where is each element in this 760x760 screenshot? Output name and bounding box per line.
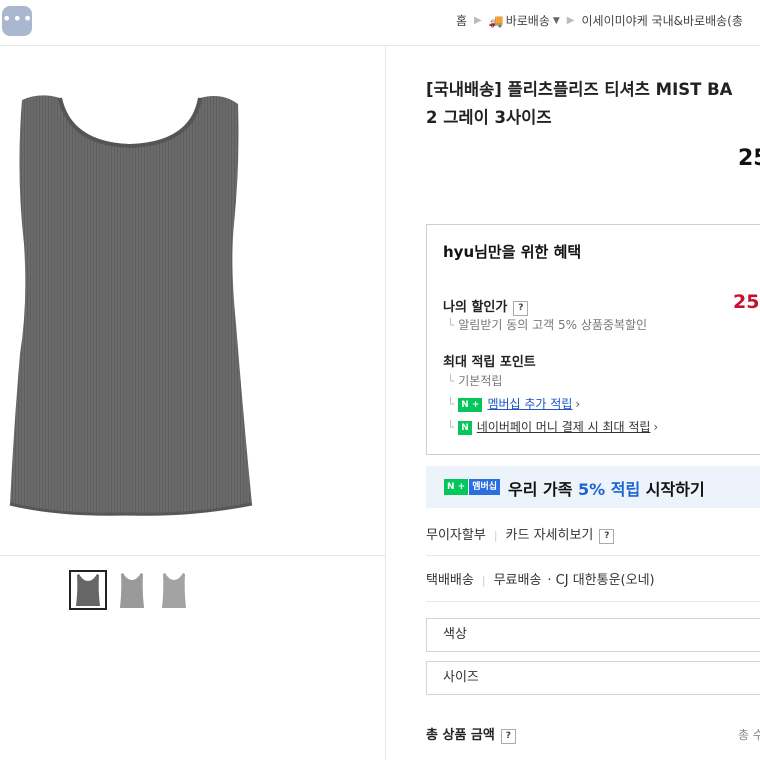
- naver-membership-badge-icon: N + 멤버십: [444, 479, 501, 495]
- section-divider: [426, 601, 760, 602]
- shipping-carrier: · CJ 대한통운(오네): [547, 573, 655, 588]
- elbow-icon: └: [447, 397, 455, 411]
- installment-row: 무이자할부 | 카드 자세히보기?: [426, 524, 615, 544]
- elbow-icon: └: [447, 318, 455, 332]
- section-divider: [426, 555, 760, 556]
- product-title-line: [국내배송] 플리츠플리즈 티셔츠 MIST BA: [426, 80, 733, 99]
- help-icon[interactable]: ?: [599, 529, 615, 544]
- divider: |: [493, 529, 498, 542]
- breadcrumb-delivery[interactable]: 바로배송: [506, 12, 550, 29]
- product-thumbnail[interactable]: [113, 570, 151, 610]
- naverpay-max-text[interactable]: 네이버페이 머니 결제 시 최대 적립: [477, 420, 651, 434]
- product-price: 25: [738, 146, 760, 171]
- product-main-image[interactable]: [0, 64, 300, 524]
- breadcrumb: 홈 ▶ 🚚 바로배송 ▼ ▶ 이세이미야케 국내&바로배송(총: [456, 12, 743, 29]
- size-select[interactable]: 사이즈: [426, 661, 760, 695]
- benefit-box: hyu님만을 위한 혜택 나의 할인가? 25 └ 알림받기 동의 고객 5% 상…: [426, 224, 760, 455]
- shipping-row: 택배배송 | 무료배송 · CJ 대한통운(오네): [426, 569, 655, 588]
- discount-note: └ 알림받기 동의 고객 5% 상품중복할인: [447, 316, 647, 333]
- family-banner-highlight: 5% 적립: [578, 480, 641, 499]
- column-divider: [385, 46, 386, 760]
- breadcrumb-separator-icon: ▶: [566, 15, 575, 26]
- discount-note-text: 알림받기 동의 고객 5% 상품중복할인: [458, 318, 648, 332]
- shipping-label: 택배배송: [426, 573, 474, 588]
- family-banner-text: 우리 가족 5% 적립 시작하기: [508, 476, 705, 500]
- naver-plus-badge: N +: [444, 479, 469, 495]
- breadcrumb-category[interactable]: 이세이미야케 국내&바로배송(총: [582, 12, 743, 29]
- membership-extra-text[interactable]: 멤버십 추가 적립: [487, 397, 572, 411]
- total-price-label: 총 상품 금액?: [426, 724, 516, 744]
- membership-points-link[interactable]: └ N + 멤버십 추가 적립 ›: [447, 395, 580, 412]
- my-discount-label-text: 나의 할인가: [443, 300, 508, 315]
- elbow-icon: └: [447, 420, 455, 434]
- help-icon[interactable]: ?: [513, 301, 529, 316]
- my-discount-price: 25: [733, 291, 760, 313]
- basic-points-text: 기본적립: [458, 374, 503, 388]
- max-points-label: 최대 적립 포인트: [443, 355, 536, 370]
- family-banner-text-before: 우리 가족: [508, 480, 579, 499]
- total-price-label-text: 총 상품 금액: [426, 728, 495, 743]
- family-banner-text-after: 시작하기: [640, 480, 705, 499]
- delivery-truck-icon: 🚚: [488, 13, 504, 28]
- family-points-banner[interactable]: N + 멤버십 우리 가족 5% 적립 시작하기: [426, 466, 760, 508]
- product-title: [국내배송] 플리츠플리즈 티셔츠 MIST BA 2 그레이 3사이즈: [426, 76, 760, 132]
- chevron-right-icon: ›: [653, 420, 659, 434]
- my-discount-label: 나의 할인가?: [443, 296, 529, 316]
- header-divider: [0, 45, 760, 46]
- naverpay-points-link[interactable]: └ N 네이버페이 머니 결제 시 최대 적립 ›: [447, 418, 658, 435]
- chevron-down-icon[interactable]: ▼: [553, 16, 560, 26]
- help-icon[interactable]: ?: [500, 729, 516, 744]
- breadcrumb-separator-icon: ▶: [474, 15, 482, 26]
- gallery-divider: [0, 555, 385, 556]
- card-detail-link[interactable]: 카드 자세히보기: [506, 528, 594, 543]
- more-menu-button[interactable]: •••: [2, 6, 32, 36]
- chevron-right-icon: ›: [575, 397, 581, 411]
- benefit-title: hyu님만을 위한 혜택: [443, 243, 582, 261]
- color-select[interactable]: 색상: [426, 618, 760, 652]
- product-thumbnail[interactable]: [69, 570, 107, 610]
- product-title-line: 2 그레이 3사이즈: [426, 108, 552, 127]
- naverpay-badge-icon: N: [458, 421, 472, 435]
- divider: |: [481, 574, 486, 587]
- elbow-icon: └: [447, 374, 455, 388]
- total-quantity: 총 수: [738, 728, 760, 742]
- breadcrumb-home[interactable]: 홈: [456, 12, 467, 29]
- basic-points: └ 기본적립: [447, 372, 502, 389]
- product-thumbnail[interactable]: [155, 570, 193, 610]
- shipping-fee: 무료배송: [493, 573, 542, 588]
- naver-plus-badge-icon: N +: [458, 398, 483, 412]
- installment-label: 무이자할부: [426, 528, 486, 543]
- membership-badge: 멤버십: [469, 479, 501, 495]
